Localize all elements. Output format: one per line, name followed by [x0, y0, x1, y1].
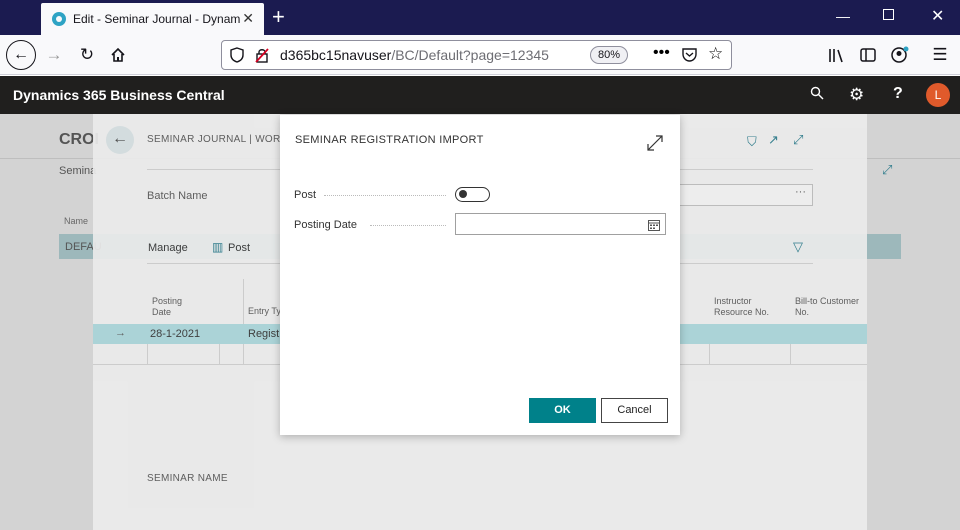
ok-button[interactable]: OK: [529, 398, 596, 423]
shield-icon[interactable]: [230, 47, 244, 68]
minimize-icon[interactable]: —: [836, 8, 850, 24]
grid-line: [147, 344, 148, 364]
bookmark-star-icon[interactable]: ☆: [708, 44, 723, 64]
url-path: /BC/Default?page=12345: [391, 47, 549, 63]
journal-breadcrumb: SEMINAR JOURNAL | WOR: [147, 134, 281, 145]
lookup-ellipsis-icon[interactable]: ···: [795, 186, 806, 198]
library-icon[interactable]: [825, 43, 849, 67]
account-icon[interactable]: [888, 43, 912, 67]
batch-name-label: Batch Name: [147, 190, 208, 202]
menu-icon[interactable]: ☰: [928, 43, 952, 67]
column-divider: [243, 279, 244, 324]
browser-titlebar: Edit - Seminar Journal - Dynam ✕ + — ✕: [0, 0, 960, 35]
dotted-leader: [370, 225, 446, 226]
row-posting-date[interactable]: 28-1-2021: [150, 328, 200, 340]
expand-icon[interactable]: ⤢: [793, 132, 803, 148]
post-action-icon: ▥: [212, 240, 224, 254]
expand-dialog-icon[interactable]: [646, 134, 664, 157]
posting-date-label: Posting Date: [294, 219, 357, 231]
maximize-icon[interactable]: [883, 9, 894, 20]
forward-arrow-icon[interactable]: →: [42, 43, 66, 67]
seminar-name-label: SEMINAR NAME: [147, 473, 228, 484]
calendar-icon[interactable]: [648, 218, 660, 231]
dotted-leader: [324, 195, 446, 196]
post-action[interactable]: Post: [228, 242, 250, 254]
expand-icon-right[interactable]: ⤢: [882, 162, 892, 178]
batch-name-field[interactable]: ···: [673, 184, 813, 206]
url-host: d365bc15navuser: [280, 47, 392, 63]
tab-title: Edit - Seminar Journal - Dynam: [73, 12, 241, 26]
column-instructor[interactable]: Instructor Resource No.: [714, 296, 784, 318]
grid-line: [790, 344, 791, 364]
cancel-button[interactable]: Cancel: [601, 398, 668, 423]
zoom-indicator[interactable]: 80%: [590, 46, 628, 64]
url-bar[interactable]: d365bc15navuser/BC/Default?page=12345 80…: [221, 40, 732, 70]
grid-line: [243, 344, 244, 364]
search-icon[interactable]: [810, 86, 824, 104]
seminar-import-dialog: SEMINAR REGISTRATION IMPORT Post Posting…: [280, 115, 680, 435]
row-entry-type[interactable]: Regist: [248, 328, 279, 340]
sidebar-icon[interactable]: [856, 43, 880, 67]
post-label: Post: [294, 189, 317, 201]
filter-icon[interactable]: ▽: [793, 239, 803, 255]
grid-line: [709, 344, 710, 364]
open-new-window-icon[interactable]: ↗: [768, 132, 779, 148]
help-icon[interactable]: ?: [893, 85, 903, 103]
manage-menu[interactable]: Manage: [148, 242, 188, 254]
url-text[interactable]: d365bc15navuser/BC/Default?page=12345: [280, 47, 552, 63]
column-billto[interactable]: Bill-to Customer No.: [795, 296, 865, 318]
row-arrow-icon: →: [115, 327, 126, 339]
insecure-lock-icon[interactable]: [255, 47, 269, 68]
app-title: Dynamics 365 Business Central: [13, 87, 225, 103]
app-header: Dynamics 365 Business Central ⚙ ? L: [0, 76, 960, 114]
browser-navbar: ← → ↻ d365bc15navuser/BC/Default?page=12…: [0, 35, 960, 75]
pocket-icon[interactable]: [682, 47, 697, 67]
window-close-icon[interactable]: ✕: [931, 6, 944, 26]
column-entry-type[interactable]: Entry Ty: [248, 306, 281, 316]
back-arrow-icon[interactable]: ←: [6, 40, 36, 70]
avatar[interactable]: L: [926, 83, 950, 107]
dialog-title: SEMINAR REGISTRATION IMPORT: [295, 134, 484, 146]
grid-line: [219, 344, 220, 364]
browser-tab[interactable]: Edit - Seminar Journal - Dynam ✕: [41, 3, 264, 35]
more-actions-icon[interactable]: •••: [653, 44, 670, 62]
posting-date-input[interactable]: [455, 213, 666, 235]
post-toggle[interactable]: [455, 187, 490, 202]
reload-icon[interactable]: ↻: [75, 43, 99, 67]
site-favicon-icon: [52, 12, 66, 26]
new-tab-button[interactable]: +: [272, 4, 285, 30]
settings-gear-icon[interactable]: ⚙: [849, 85, 864, 105]
back-arrow-icon[interactable]: ←: [106, 126, 134, 154]
column-posting-date[interactable]: Posting Date: [152, 296, 202, 318]
toggle-knob: [459, 190, 467, 198]
home-icon[interactable]: [106, 43, 130, 67]
bookmark-icon[interactable]: ⛉: [747, 134, 757, 150]
tab-close-icon[interactable]: ✕: [242, 10, 254, 27]
